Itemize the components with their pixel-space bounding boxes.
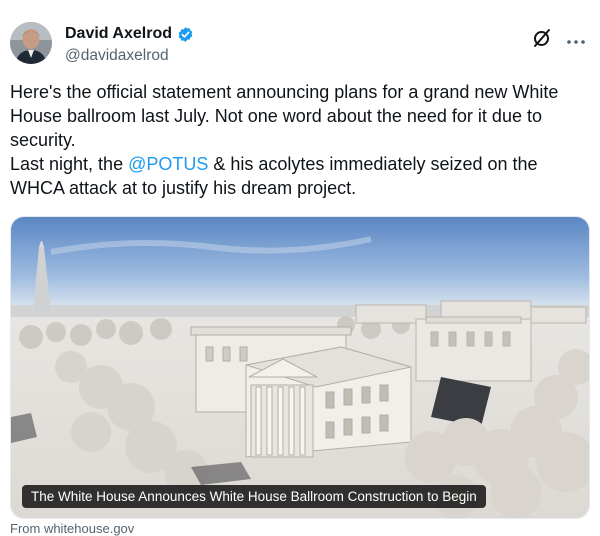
tweet-text-before-mention: Last night, the bbox=[10, 154, 129, 174]
tweet-paragraph-1: Here's the official statement announcing… bbox=[10, 82, 559, 150]
grok-icon[interactable] bbox=[532, 28, 552, 48]
tweet-header: David Axelrod @davidaxelrod bbox=[10, 22, 586, 68]
more-icon[interactable] bbox=[566, 32, 586, 44]
avatar[interactable] bbox=[10, 22, 52, 64]
tweet-text: Here's the official statement announcing… bbox=[10, 80, 590, 200]
tweet-paragraph-2: Last night, the @POTUS & his acolytes im… bbox=[10, 152, 590, 200]
verified-badge-icon bbox=[177, 26, 194, 43]
media-caption: The White House Announces White House Ba… bbox=[22, 485, 486, 508]
author-handle[interactable]: @davidaxelrod bbox=[65, 47, 169, 65]
author-name[interactable]: David Axelrod bbox=[65, 25, 172, 43]
mention-link[interactable]: @POTUS bbox=[128, 154, 208, 174]
media-card-image[interactable] bbox=[10, 216, 590, 519]
author-name-row: David Axelrod bbox=[65, 25, 194, 43]
